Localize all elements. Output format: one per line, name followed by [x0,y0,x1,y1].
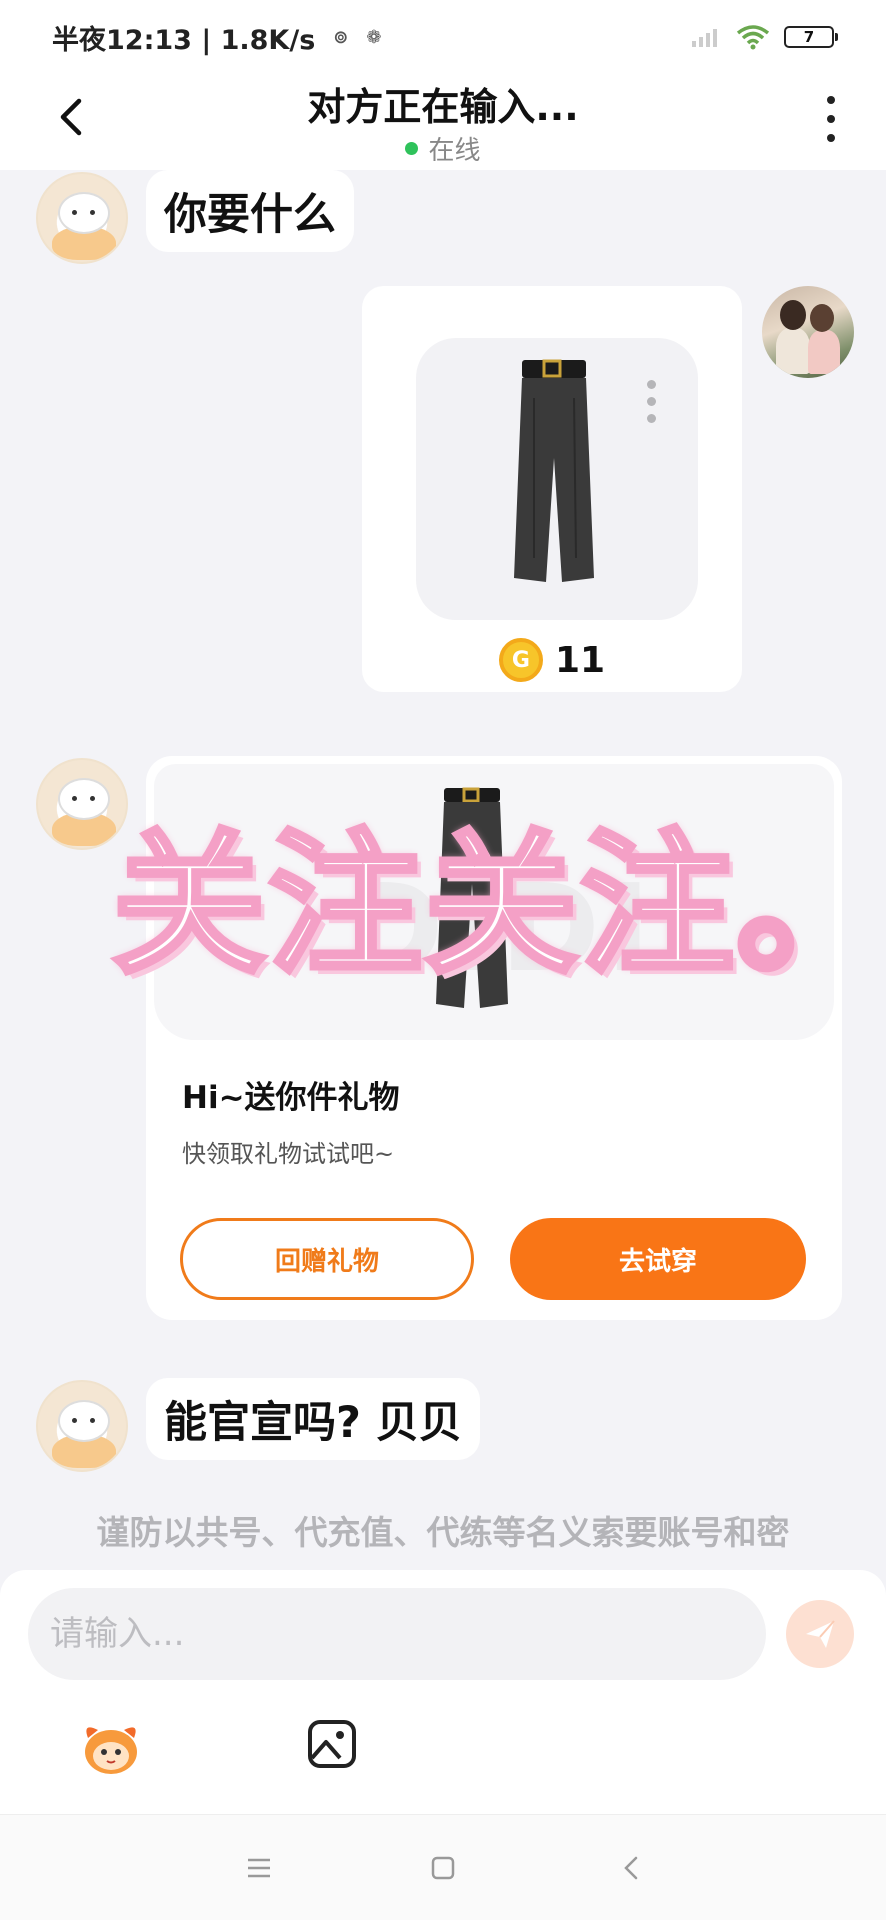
page-title: 对方正在输入... [307,85,579,129]
overlay-text: 关注关注。 [109,814,886,998]
wifi-icon [736,25,770,50]
status-time: 半夜12:13 | 1.8K/s [52,24,316,56]
item-card[interactable]: G 11 [362,286,742,692]
more-icon [827,96,835,104]
image-button[interactable] [306,1718,358,1770]
gift-subtitle: 快领取礼物试试吧~ [182,1140,395,1168]
self-avatar[interactable] [762,286,854,378]
menu-icon [248,1858,270,1878]
message-bubble[interactable]: 你要什么 [146,170,354,252]
status-bar: 半夜12:13 | 1.8K/s ⊚ ❁ 7 [0,0,886,74]
menu-button[interactable] [244,1853,274,1883]
app-notification-icon: ❁ [366,26,382,48]
item-image [416,338,698,620]
message-bubble[interactable]: 能官宣吗? 贝贝 [146,1378,480,1460]
battery-icon: 7 [784,26,838,48]
item-menu-icon[interactable] [647,380,656,423]
send-icon [806,1620,835,1648]
gift-title: Hi~送你件礼物 [182,1080,400,1116]
home-icon [431,1856,455,1880]
home-button[interactable] [428,1853,458,1883]
signal-icon [692,29,717,47]
send-button[interactable] [786,1600,854,1668]
try-on-button[interactable]: 去试穿 [510,1218,806,1300]
return-gift-button[interactable]: 回赠礼物 [180,1218,474,1300]
emoji-button[interactable] [78,1718,144,1778]
online-status: 在线 [0,130,886,167]
system-nav-bar [0,1814,886,1920]
input-panel [0,1570,886,1814]
contact-avatar[interactable] [36,1380,128,1472]
price-value: 11 [554,639,606,681]
online-status-label: 在线 [428,136,481,166]
more-button[interactable] [816,96,846,142]
chat-header: 对方正在输入... 在线 [0,74,886,170]
coin-icon: G [498,638,543,682]
message-text: 你要什么 [164,190,336,240]
online-indicator [405,142,419,155]
battery-level: 7 [803,28,815,46]
nav-back-icon [624,1856,638,1880]
nav-back-button[interactable] [616,1853,646,1883]
message-text: 能官宣吗? 贝贝 [164,1398,462,1448]
emoji-icon [85,1727,137,1774]
item-price: G 11 [362,638,742,682]
contact-avatar[interactable] [36,172,128,264]
notification-icon: ⊚ [333,26,349,48]
safety-notice: 谨防以共号、代充值、代练等名义索要账号和密 [96,1513,790,1552]
message-input[interactable] [28,1588,766,1680]
image-icon [308,1720,356,1768]
